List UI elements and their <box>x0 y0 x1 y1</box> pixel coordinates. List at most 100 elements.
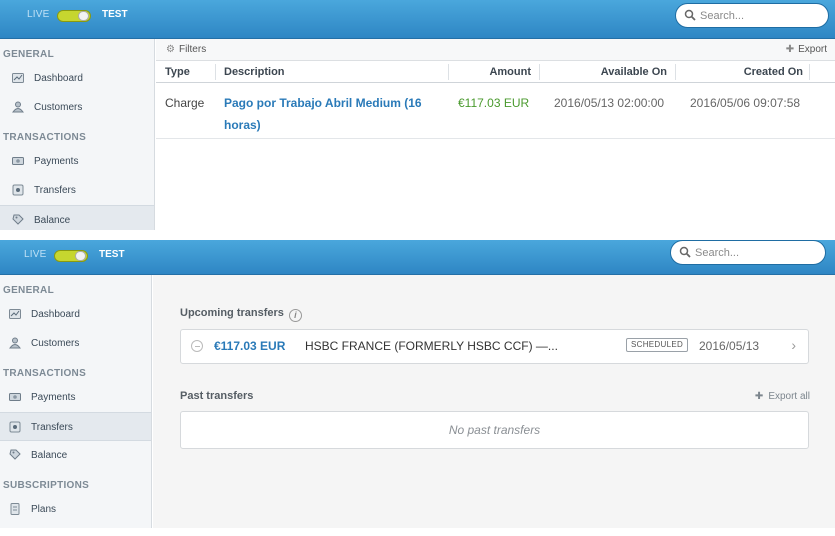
sidebar-item-customers[interactable]: Customers <box>0 93 154 122</box>
export-all-label: Export all <box>768 391 810 402</box>
column-divider <box>675 64 676 80</box>
balance-screen: LIVE TEST GENERAL Dashboard Customers TR… <box>0 0 835 230</box>
live-mode-label[interactable]: LIVE <box>24 249 46 260</box>
column-divider <box>448 64 449 80</box>
column-header-available-on[interactable]: Available On <box>601 66 667 78</box>
customers-icon <box>12 101 24 113</box>
table-row[interactable]: Charge Pago por Trabajo Abril Medium (16… <box>156 83 835 139</box>
search-box[interactable] <box>670 240 826 265</box>
transfers-icon <box>9 421 21 433</box>
transfer-amount: €117.03 EUR <box>214 339 286 353</box>
payments-icon <box>9 393 21 401</box>
toggle-knob <box>75 251 86 261</box>
sidebar-item-label: Balance <box>34 215 71 226</box>
dashboard-icon <box>9 309 21 319</box>
filters-label: Filters <box>178 44 207 55</box>
section-title-general: GENERAL <box>3 285 54 296</box>
live-test-toggle[interactable] <box>54 250 88 262</box>
cell-available-on: 2016/05/13 02:00:00 <box>554 96 665 110</box>
transfer-date: 2016/05/13 <box>699 339 760 353</box>
test-mode-label[interactable]: TEST <box>102 9 128 20</box>
column-header-type[interactable]: Type <box>165 66 190 78</box>
sidebar: GENERAL Dashboard Customers TRANSACTIONS… <box>0 39 155 230</box>
pending-status-icon <box>191 340 203 352</box>
transfer-row[interactable]: €117.03 EUR HSBC FRANCE (FORMERLY HSBC C… <box>181 330 808 363</box>
export-button[interactable]: ✚ Export <box>786 44 827 55</box>
live-mode-label[interactable]: LIVE <box>27 9 49 20</box>
export-icon: ✚ <box>754 391 764 402</box>
section-title-transactions: TRANSACTIONS <box>3 368 87 379</box>
sidebar-item-dashboard[interactable]: Dashboard <box>0 300 151 329</box>
test-mode-label[interactable]: TEST <box>99 249 125 260</box>
sidebar-item-plans[interactable]: Plans <box>0 495 151 524</box>
payments-icon <box>12 157 24 165</box>
empty-state-text: No past transfers <box>448 423 541 437</box>
sidebar-item-label: Payments <box>31 392 76 403</box>
sidebar-item-label: Balance <box>31 450 68 461</box>
transfers-content: Upcoming transfers i €117.03 EUR HSBC FRA… <box>153 275 835 528</box>
section-title-general: GENERAL <box>3 49 54 60</box>
balance-icon <box>12 214 24 225</box>
transfer-destination: HSBC FRANCE (FORMERLY HSBC CCF) —... <box>305 339 558 353</box>
filter-bar: ⚙ Filters ✚ Export <box>156 39 835 61</box>
sidebar-item-label: Customers <box>34 102 83 113</box>
column-header-description[interactable]: Description <box>224 66 285 78</box>
transfers-screen: LIVE TEST GENERAL Dashboard Customers TR… <box>0 240 835 528</box>
cell-created-on: 2016/05/06 09:07:58 <box>690 96 801 110</box>
section-title-transactions: TRANSACTIONS <box>3 132 87 143</box>
column-divider <box>215 64 216 80</box>
sidebar-item-balance[interactable]: Balance <box>0 205 154 230</box>
search-input[interactable] <box>695 245 815 261</box>
export-icon: ✚ <box>785 44 795 55</box>
export-all-button[interactable]: ✚ Export all <box>755 391 810 402</box>
sidebar-item-label: Plans <box>31 504 57 515</box>
past-transfers-title: Past transfers <box>180 390 254 402</box>
info-icon[interactable]: i <box>288 309 302 322</box>
toggle-knob <box>78 11 89 21</box>
customers-icon <box>9 337 21 349</box>
filters-button[interactable]: ⚙ Filters <box>166 44 206 55</box>
search-input[interactable] <box>700 8 820 24</box>
table-header: Type Description Amount Available On Cre… <box>156 61 835 83</box>
column-header-amount[interactable]: Amount <box>489 66 531 78</box>
search-icon <box>679 246 691 258</box>
dashboard-icon <box>12 73 24 83</box>
top-bar: LIVE TEST <box>0 0 835 39</box>
transfers-icon <box>12 184 24 196</box>
sidebar: GENERAL Dashboard Customers TRANSACTIONS… <box>0 275 152 528</box>
plans-icon <box>10 503 20 515</box>
search-icon <box>684 9 696 21</box>
gear-icon: ⚙ <box>166 44 175 55</box>
sidebar-item-label: Dashboard <box>31 309 80 320</box>
live-test-toggle[interactable] <box>57 10 91 22</box>
upcoming-transfers-card: €117.03 EUR HSBC FRANCE (FORMERLY HSBC C… <box>180 329 809 364</box>
cell-type: Charge <box>165 96 205 110</box>
sidebar-item-transfers[interactable]: Transfers <box>0 412 151 441</box>
sidebar-item-label: Payments <box>34 156 79 167</box>
column-header-created-on[interactable]: Created On <box>744 66 803 78</box>
sidebar-item-dashboard[interactable]: Dashboard <box>0 64 154 93</box>
sidebar-item-payments[interactable]: Payments <box>0 383 151 412</box>
status-badge: SCHEDULED <box>626 338 689 352</box>
sidebar-item-transfers[interactable]: Transfers <box>0 176 154 205</box>
chevron-right-icon[interactable]: › <box>791 337 796 353</box>
sidebar-item-label: Transfers <box>31 422 73 433</box>
sidebar-item-payments[interactable]: Payments <box>0 147 154 176</box>
export-label: Export <box>798 44 827 55</box>
cell-amount: €117.03 EUR <box>458 96 530 110</box>
cell-description-link[interactable]: Pago por Trabajo Abril Medium (16 horas) <box>224 92 434 136</box>
balance-content: ⚙ Filters ✚ Export Type Description Amount… <box>156 39 835 230</box>
sidebar-item-label: Transfers <box>34 185 76 196</box>
section-title-subscriptions: SUBSCRIPTIONS <box>3 480 90 491</box>
top-bar: LIVE TEST <box>0 240 835 275</box>
search-box[interactable] <box>675 3 829 28</box>
sidebar-item-balance[interactable]: Balance <box>0 441 151 470</box>
sidebar-item-customers[interactable]: Customers <box>0 329 151 358</box>
column-divider <box>809 64 810 80</box>
balance-icon <box>9 449 21 460</box>
column-divider <box>539 64 540 80</box>
sidebar-item-label: Customers <box>31 338 80 349</box>
sidebar-item-label: Dashboard <box>34 73 83 84</box>
past-transfers-card: No past transfers <box>180 411 809 449</box>
upcoming-transfers-title: Upcoming transfers i <box>180 307 302 322</box>
